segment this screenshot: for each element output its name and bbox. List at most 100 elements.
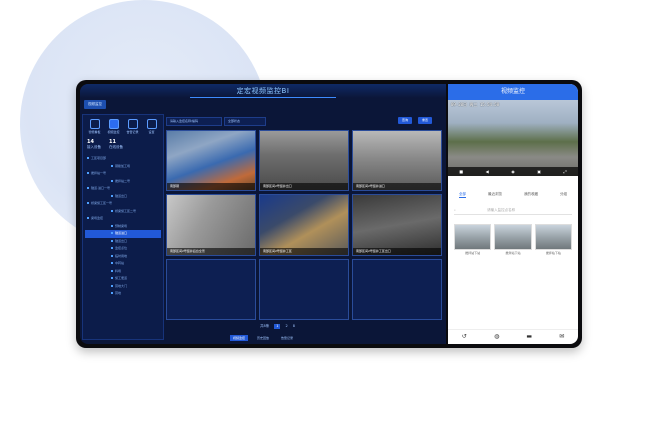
- hd-icon[interactable]: ▣: [537, 169, 541, 174]
- camera-caption: 南部区间2号竖井工区出口: [353, 247, 441, 255]
- camera-icon[interactable]: ◍: [493, 333, 501, 341]
- tree-item[interactable]: 临时用地: [85, 253, 161, 261]
- status-dot-icon: [87, 217, 89, 219]
- tree-item[interactable]: 中转站: [85, 260, 161, 268]
- tab-recent[interactable]: 最近浏览: [488, 192, 502, 198]
- message-icon[interactable]: ✉: [558, 333, 566, 341]
- mobile-search-input[interactable]: ⌕ 请输入监控点名称: [454, 206, 572, 215]
- bottom-tabs: 视频监控 历史回放 告警记录: [230, 335, 296, 341]
- volume-icon[interactable]: ◀: [486, 169, 489, 174]
- camera-caption: 南部钢: [167, 183, 255, 191]
- mobile-tabs: 全部 最近浏览 我的收藏 分组: [448, 192, 578, 198]
- status-select[interactable]: 全部状态: [224, 117, 266, 126]
- page-current[interactable]: 1: [274, 324, 281, 329]
- thumbnail-image: [534, 224, 572, 250]
- camera-tile-empty[interactable]: [259, 258, 349, 320]
- tree-item[interactable]: 隧道进口: [85, 230, 161, 238]
- thumbnail-list: 搅拌站下站 搅拌站下站 搅拌站下站: [454, 224, 572, 255]
- page-next[interactable]: 2: [285, 324, 287, 329]
- video-osd: 09-20日 周三 15:54:58: [451, 102, 500, 107]
- thumbnail-item[interactable]: 搅拌站下站: [454, 224, 492, 255]
- snapshot-icon[interactable]: ◉: [511, 169, 515, 174]
- camera-caption: 南部区间2号竖井进口: [353, 183, 441, 191]
- thumbnail-item[interactable]: 搅拌站下站: [534, 224, 572, 255]
- status-dot-icon: [111, 254, 113, 257]
- camera-tile-empty[interactable]: [166, 258, 256, 320]
- status-dot-icon: [87, 202, 89, 204]
- tree-item[interactable]: 搅拌站一号: [85, 170, 161, 178]
- tree-item[interactable]: 隧道出口: [85, 238, 161, 246]
- page-title: 定宏视频监控BI: [80, 84, 446, 98]
- tree-item-label: 钢筋加工场: [115, 163, 131, 168]
- tree-item[interactable]: 工区项目部: [85, 155, 161, 163]
- tree-item[interactable]: 监控点位: [85, 245, 161, 253]
- thumbnail-label: 搅拌站下站: [505, 251, 521, 255]
- tab-favorites[interactable]: 我的收藏: [524, 192, 538, 198]
- tree-item-label: 临时用地: [115, 253, 128, 258]
- tree-item-label: 梁场监控: [91, 216, 104, 220]
- tree-item[interactable]: 桥梁施工区一号: [85, 200, 161, 208]
- tree-item[interactable]: 预制梁场: [85, 223, 161, 231]
- status-dot-icon: [111, 209, 113, 212]
- device-stats: 14 接入设备 11 在线设备: [83, 136, 163, 153]
- bottom-tab[interactable]: 告警记录: [278, 335, 296, 341]
- status-dot-icon: [111, 194, 113, 197]
- tree-item-label: 料场: [115, 268, 122, 273]
- page-size[interactable]: 8: [293, 324, 295, 329]
- stop-icon[interactable]: ■: [459, 169, 463, 174]
- tab-video-monitor[interactable]: 视频监控: [84, 100, 106, 109]
- camera-tile[interactable]: 南部区间2号竖井后台全景: [166, 194, 256, 256]
- camera-tile[interactable]: 南部区间2号竖井工区出口: [352, 194, 442, 256]
- tree-item-label: 隧道·进口一号: [91, 186, 110, 190]
- camera-tile-empty[interactable]: [352, 258, 442, 320]
- video-icon[interactable]: ▬: [525, 333, 533, 341]
- device-tree: 工区项目部 钢筋加工场 搅拌站一号 搅拌站二号 隧道·进口一号 隧道出口 桥梁施工区一号 桥梁…: [83, 153, 163, 300]
- camera-tile[interactable]: 南部区间2号竖井进口: [352, 130, 442, 192]
- status-dot-icon: [111, 179, 113, 182]
- tree-item[interactable]: 桥梁施工区二号: [85, 208, 161, 216]
- camera-tile[interactable]: 南部区间2号竖井工区: [259, 194, 349, 256]
- alarm-button[interactable]: 告警记录: [125, 119, 141, 134]
- video-button[interactable]: 视频监控: [106, 119, 122, 134]
- camera-caption: 南部区间2号竖井工区: [260, 247, 348, 255]
- fullscreen-icon[interactable]: ⤢: [564, 169, 567, 174]
- settings-button[interactable]: 设置: [144, 119, 160, 134]
- tree-item[interactable]: 施工便道: [85, 275, 161, 283]
- reset-button[interactable]: 重置: [418, 117, 433, 124]
- status-dot-icon: [111, 262, 113, 264]
- status-dot-icon: [111, 247, 113, 249]
- tree-item-label: 中转站: [115, 261, 125, 265]
- status-dot-icon: [111, 277, 113, 279]
- camera-tile[interactable]: 南部区间2号竖井出口: [259, 130, 349, 192]
- tree-item[interactable]: 隧道出口: [85, 193, 161, 201]
- history-icon[interactable]: ↺: [460, 333, 468, 341]
- tree-item-label: 预制梁场: [115, 223, 128, 228]
- camera-grid: 南部钢 南部区间2号竖井出口 南部区间2号竖井进口 南部区间2号竖井后台全景 南…: [166, 130, 442, 320]
- camera-caption: 南部区间2号竖井后台全景: [167, 247, 255, 255]
- camera-tile[interactable]: 南部钢: [166, 130, 256, 192]
- tree-item[interactable]: 搅拌站二号: [85, 178, 161, 186]
- tree-item[interactable]: 营地大门: [85, 283, 161, 291]
- thumbnail-label: 搅拌站下站: [545, 251, 561, 255]
- mobile-screen: 视频监控 09-20日 周三 15:54:58 ■ ◀ ◉ ▣ ⤢ 全部 最近浏…: [448, 84, 578, 344]
- tree-item-label: 隧道进口: [115, 231, 128, 235]
- bottom-tab[interactable]: 历史回放: [254, 335, 272, 341]
- mobile-video-player[interactable]: 09-20日 周三 15:54:58 ■ ◀ ◉ ▣ ⤢: [448, 100, 578, 176]
- sidebar-icons: 智能看板 视频监控 告警记录 设置: [83, 115, 163, 136]
- status-dot-icon: [111, 239, 113, 242]
- query-button[interactable]: 查询: [398, 117, 413, 124]
- tree-item-label: 隧道出口: [115, 238, 128, 243]
- tab-groups[interactable]: 分组: [560, 192, 567, 198]
- bottom-tab[interactable]: 视频监控: [230, 335, 249, 341]
- tree-item[interactable]: 梁场监控: [85, 215, 161, 223]
- tree-item[interactable]: 料场: [85, 268, 161, 276]
- tab-all[interactable]: 全部: [459, 192, 466, 198]
- tree-item[interactable]: 隧道·进口一号: [85, 185, 161, 193]
- tree-item[interactable]: 营地: [85, 290, 161, 298]
- dashboard-button[interactable]: 智能看板: [87, 119, 103, 134]
- tree-item-label: 监控点位: [115, 246, 128, 250]
- search-input[interactable]: 请输入监控名称/编码: [166, 117, 222, 126]
- tree-item[interactable]: 钢筋加工场: [85, 163, 161, 171]
- pagination: 共8条 1 2 8: [260, 324, 295, 329]
- thumbnail-item[interactable]: 搅拌站下站: [494, 224, 532, 255]
